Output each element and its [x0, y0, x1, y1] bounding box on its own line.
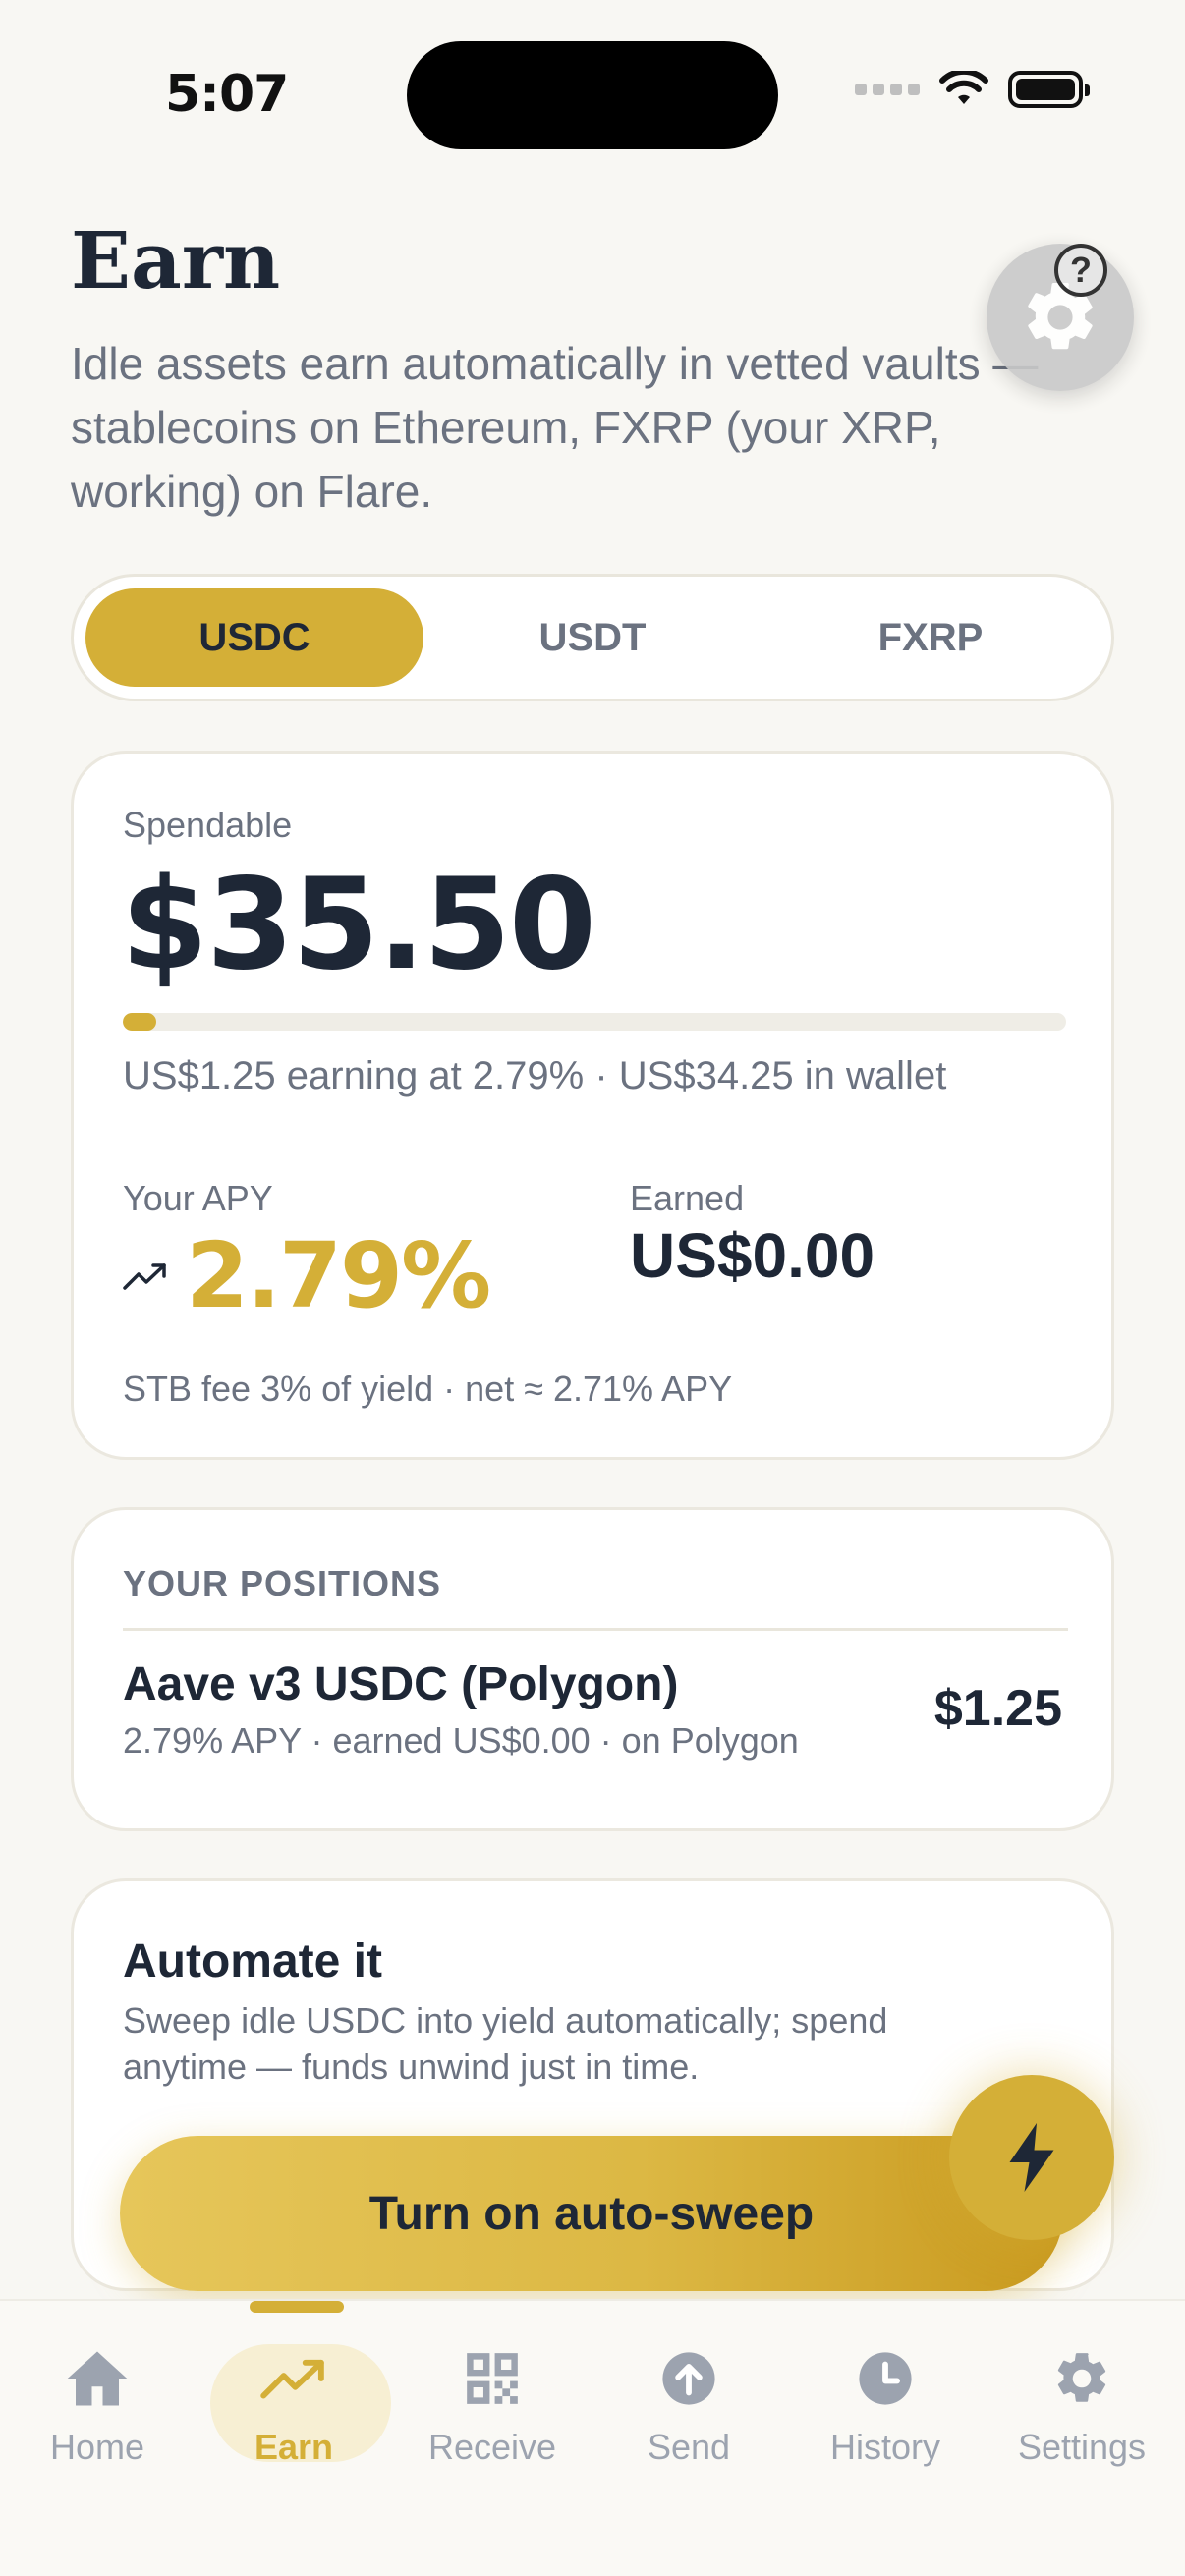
cellular-signal-icon [855, 84, 920, 95]
clock-icon [851, 2344, 920, 2413]
nav-send[interactable]: Send [595, 2344, 782, 2501]
nav-label: Receive [427, 2427, 557, 2467]
apy-label: Your APY [123, 1178, 273, 1218]
nav-label: Settings [1017, 2427, 1147, 2467]
nav-history[interactable]: History [792, 2344, 979, 2501]
spendable-label: Spendable [123, 805, 293, 845]
arrow-up-circle-icon [654, 2344, 723, 2413]
tab-usdt[interactable]: USDT [423, 588, 762, 687]
positions-card: YOUR POSITIONS Aave v3 USDC (Polygon) 2.… [71, 1507, 1114, 1831]
nav-receive[interactable]: Receive [399, 2344, 586, 2501]
position-value: $1.25 [933, 1680, 1062, 1737]
trending-up-icon [259, 2344, 328, 2413]
divider [123, 1628, 1068, 1631]
balance-breakdown: US$1.25 earning at 2.79% · US$34.25 in w… [123, 1054, 947, 1097]
tab-usdc[interactable]: USDC [85, 588, 423, 687]
trending-up-icon [123, 1262, 166, 1290]
qr-code-icon [458, 2344, 527, 2413]
status-indicators [855, 71, 1090, 108]
bottom-nav: Home Earn Receive Send History Settings [0, 2299, 1185, 2576]
lightning-bolt-icon [1009, 2123, 1054, 2192]
wifi-icon [939, 71, 988, 104]
balance-card: Spendable $35.50 US$1.25 earning at 2.79… [71, 751, 1114, 1460]
page-title: Earn [71, 214, 281, 307]
spendable-amount: $35.50 [121, 852, 596, 998]
dynamic-island [407, 41, 778, 149]
nav-earn[interactable]: Earn [200, 2344, 391, 2501]
page-subtitle: Idle assets earn automatically in vetted… [71, 338, 1039, 517]
automate-description: Sweep idle USDC into yield automatically… [123, 2000, 888, 2087]
apy-row: 2.79% [123, 1223, 491, 1328]
auto-sweep-button[interactable]: Turn on auto-sweep [120, 2136, 1063, 2291]
status-time: 5:07 [165, 65, 289, 124]
nav-label: Send [647, 2427, 731, 2467]
asset-selector: USDC USDT FXRP [71, 574, 1114, 701]
automate-title: Automate it [123, 1935, 382, 1988]
tab-fxrp[interactable]: FXRP [762, 588, 1100, 687]
nav-label: History [829, 2427, 940, 2467]
home-icon [63, 2344, 132, 2413]
apy-value: 2.79% [186, 1223, 491, 1328]
fee-note: STB fee 3% of yield · net ≈ 2.71% APY [123, 1369, 733, 1409]
nav-settings[interactable]: Settings [988, 2344, 1175, 2501]
nav-active-indicator [250, 2301, 344, 2313]
battery-icon [1008, 71, 1090, 108]
gear-icon [1047, 2344, 1116, 2413]
nav-home[interactable]: Home [4, 2344, 191, 2501]
nav-label: Home [49, 2427, 145, 2467]
quick-action-fab[interactable] [949, 2075, 1114, 2240]
section-label: YOUR POSITIONS [123, 1563, 442, 1603]
nav-label: Earn [254, 2427, 334, 2467]
earned-value: US$0.00 [630, 1220, 875, 1291]
earning-progress-fill [123, 1013, 156, 1031]
position-meta: 2.79% APY · earned US$0.00 · on Polygon [123, 1720, 799, 1761]
help-icon[interactable]: ? [1054, 244, 1107, 297]
position-name: Aave v3 USDC (Polygon) [123, 1658, 679, 1710]
earning-progress-bar [123, 1013, 1066, 1031]
earned-label: Earned [630, 1178, 745, 1218]
